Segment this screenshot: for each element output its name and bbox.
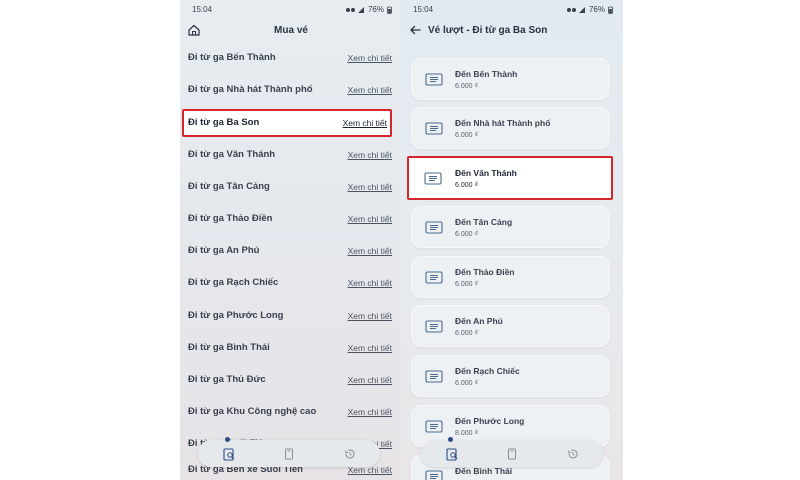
destination-name: Đến An Phú bbox=[455, 316, 503, 326]
ticket-card-selected[interactable]: Đến Văn Thánh 6.000 ₫ bbox=[407, 156, 613, 200]
ticket-icon bbox=[425, 122, 443, 135]
station-row[interactable]: Đi từ ga An Phú Xem chi tiết bbox=[180, 237, 402, 267]
station-row[interactable]: Đi từ ga Phước Long Xem chi tiết bbox=[180, 302, 402, 332]
view-details-link[interactable]: Xem chi tiết bbox=[348, 85, 392, 95]
ticket-icon bbox=[425, 271, 443, 284]
bottom-nav bbox=[198, 437, 380, 467]
header: Mua vé bbox=[180, 22, 402, 40]
ticket-card[interactable]: Đến Thảo Điền 6.000 ₫ bbox=[411, 256, 610, 298]
ticket-card[interactable]: Đến Tân Cảng 6.000 ₫ bbox=[411, 206, 610, 248]
bottom-nav bbox=[421, 437, 603, 467]
status-time: 15:04 bbox=[192, 5, 213, 14]
page-title: Vé lượt - Đi từ ga Ba Son bbox=[428, 25, 548, 36]
battery-icon bbox=[608, 6, 613, 14]
view-details-link[interactable]: Xem chi tiết bbox=[348, 407, 392, 417]
battery-icon bbox=[387, 6, 392, 14]
ticket-icon bbox=[424, 172, 442, 185]
ticket-search-icon[interactable] bbox=[445, 447, 459, 461]
ticket-search-icon[interactable] bbox=[222, 447, 236, 461]
view-details-link[interactable]: Xem chi tiết bbox=[348, 182, 392, 192]
view-details-link[interactable]: Xem chi tiết bbox=[348, 278, 392, 288]
status-bar: 15:04 76% bbox=[180, 5, 402, 17]
station-row[interactable]: Đi từ ga Bình Thái Xem chi tiết bbox=[180, 334, 402, 364]
destination-name: Đến Thảo Điền bbox=[455, 267, 515, 277]
destination-name: Đến Nhà hát Thành phố bbox=[455, 118, 551, 128]
destination-name: Đến Bình Thái bbox=[455, 466, 513, 476]
ticket-price: 6.000 ₫ bbox=[455, 83, 479, 90]
ticket-price: 6.000 ₫ bbox=[455, 182, 479, 189]
view-details-link[interactable]: Xem chi tiết bbox=[348, 246, 392, 256]
battery-percent: 76% bbox=[367, 5, 384, 14]
station-row[interactable]: Đi từ ga Thủ Đức Xem chi tiết bbox=[180, 366, 402, 396]
destination-name: Đến Phước Long bbox=[455, 416, 525, 426]
card-icon[interactable] bbox=[505, 447, 519, 461]
ticket-card[interactable]: Đến An Phú 6.000 ₫ bbox=[411, 305, 610, 347]
station-row[interactable]: Đi từ ga Khu Công nghệ cao Xem chi tiết bbox=[180, 398, 402, 428]
signal-icon bbox=[566, 6, 585, 13]
ticket-card[interactable]: Đến Nhà hát Thành phố 6.000 ₫ bbox=[411, 107, 610, 149]
ticket-card[interactable]: Đến Bến Thành 6.000 ₫ bbox=[411, 58, 610, 100]
station-row[interactable]: Đi từ ga Văn Thánh Xem chi tiết bbox=[180, 141, 402, 171]
view-details-link[interactable]: Xem chi tiết bbox=[348, 214, 392, 224]
active-indicator bbox=[448, 437, 453, 442]
ticket-price: 6.000 ₫ bbox=[455, 231, 479, 238]
view-details-link[interactable]: Xem chi tiết bbox=[348, 375, 392, 385]
ticket-price: 6.000 ₫ bbox=[455, 330, 479, 337]
destination-name: Đến Rạch Chiếc bbox=[455, 366, 520, 376]
back-arrow-icon[interactable] bbox=[408, 23, 422, 37]
header: Vé lượt - Đi từ ga Ba Son bbox=[401, 22, 623, 40]
ticket-icon bbox=[425, 370, 443, 383]
history-icon[interactable] bbox=[566, 447, 580, 461]
ticket-icon bbox=[425, 221, 443, 234]
ticket-icon bbox=[425, 470, 443, 480]
station-row[interactable]: Đi từ ga Bến Thành Xem chi tiết bbox=[180, 44, 402, 74]
view-details-link[interactable]: Xem chi tiết bbox=[348, 343, 392, 353]
destination-name: Đến Văn Thánh bbox=[455, 168, 517, 178]
view-details-link[interactable]: Xem chi tiết bbox=[348, 53, 392, 63]
station-row-selected[interactable]: Đi từ ga Ba Son Xem chi tiết bbox=[182, 109, 392, 137]
view-details-link[interactable]: Xem chi tiết bbox=[343, 118, 387, 128]
destination-name: Đến Tân Cảng bbox=[455, 217, 513, 227]
ticket-icon bbox=[425, 420, 443, 433]
destination-name: Đến Bến Thành bbox=[455, 69, 518, 79]
station-row[interactable]: Đi từ ga Nhà hát Thành phố Xem chi tiết bbox=[180, 76, 402, 106]
view-details-link[interactable]: Xem chi tiết bbox=[348, 311, 392, 321]
status-bar: 15:04 76% bbox=[401, 5, 623, 17]
status-time: 15:04 bbox=[413, 5, 434, 14]
left-screen: 15:04 76% Mua vé Đi từ ga Bến Thành Xem c… bbox=[180, 0, 402, 480]
signal-icon bbox=[345, 6, 364, 13]
right-screen: 15:04 76% Vé lượt - Đi từ ga Ba Son Đến … bbox=[401, 0, 623, 480]
ticket-price: 6.000 ₫ bbox=[455, 132, 479, 139]
ticket-icon bbox=[425, 320, 443, 333]
view-details-link[interactable]: Xem chi tiết bbox=[348, 150, 392, 160]
ticket-card[interactable]: Đến Rạch Chiếc 6.000 ₫ bbox=[411, 355, 610, 397]
station-row[interactable]: Đi từ ga Thảo Điền Xem chi tiết bbox=[180, 205, 402, 235]
battery-percent: 76% bbox=[588, 5, 605, 14]
ticket-price: 6.000 ₫ bbox=[455, 281, 479, 288]
station-row[interactable]: Đi từ ga Tân Cảng Xem chi tiết bbox=[180, 173, 402, 203]
page-title: Mua vé bbox=[274, 25, 308, 36]
ticket-price: 8.000 ₫ bbox=[455, 430, 479, 437]
ticket-price: 6.000 ₫ bbox=[455, 380, 479, 387]
ticket-icon bbox=[425, 73, 443, 86]
active-indicator bbox=[225, 437, 230, 442]
history-icon[interactable] bbox=[343, 447, 357, 461]
card-icon[interactable] bbox=[282, 447, 296, 461]
station-row[interactable]: Đi từ ga Rạch Chiếc Xem chi tiết bbox=[180, 269, 402, 299]
